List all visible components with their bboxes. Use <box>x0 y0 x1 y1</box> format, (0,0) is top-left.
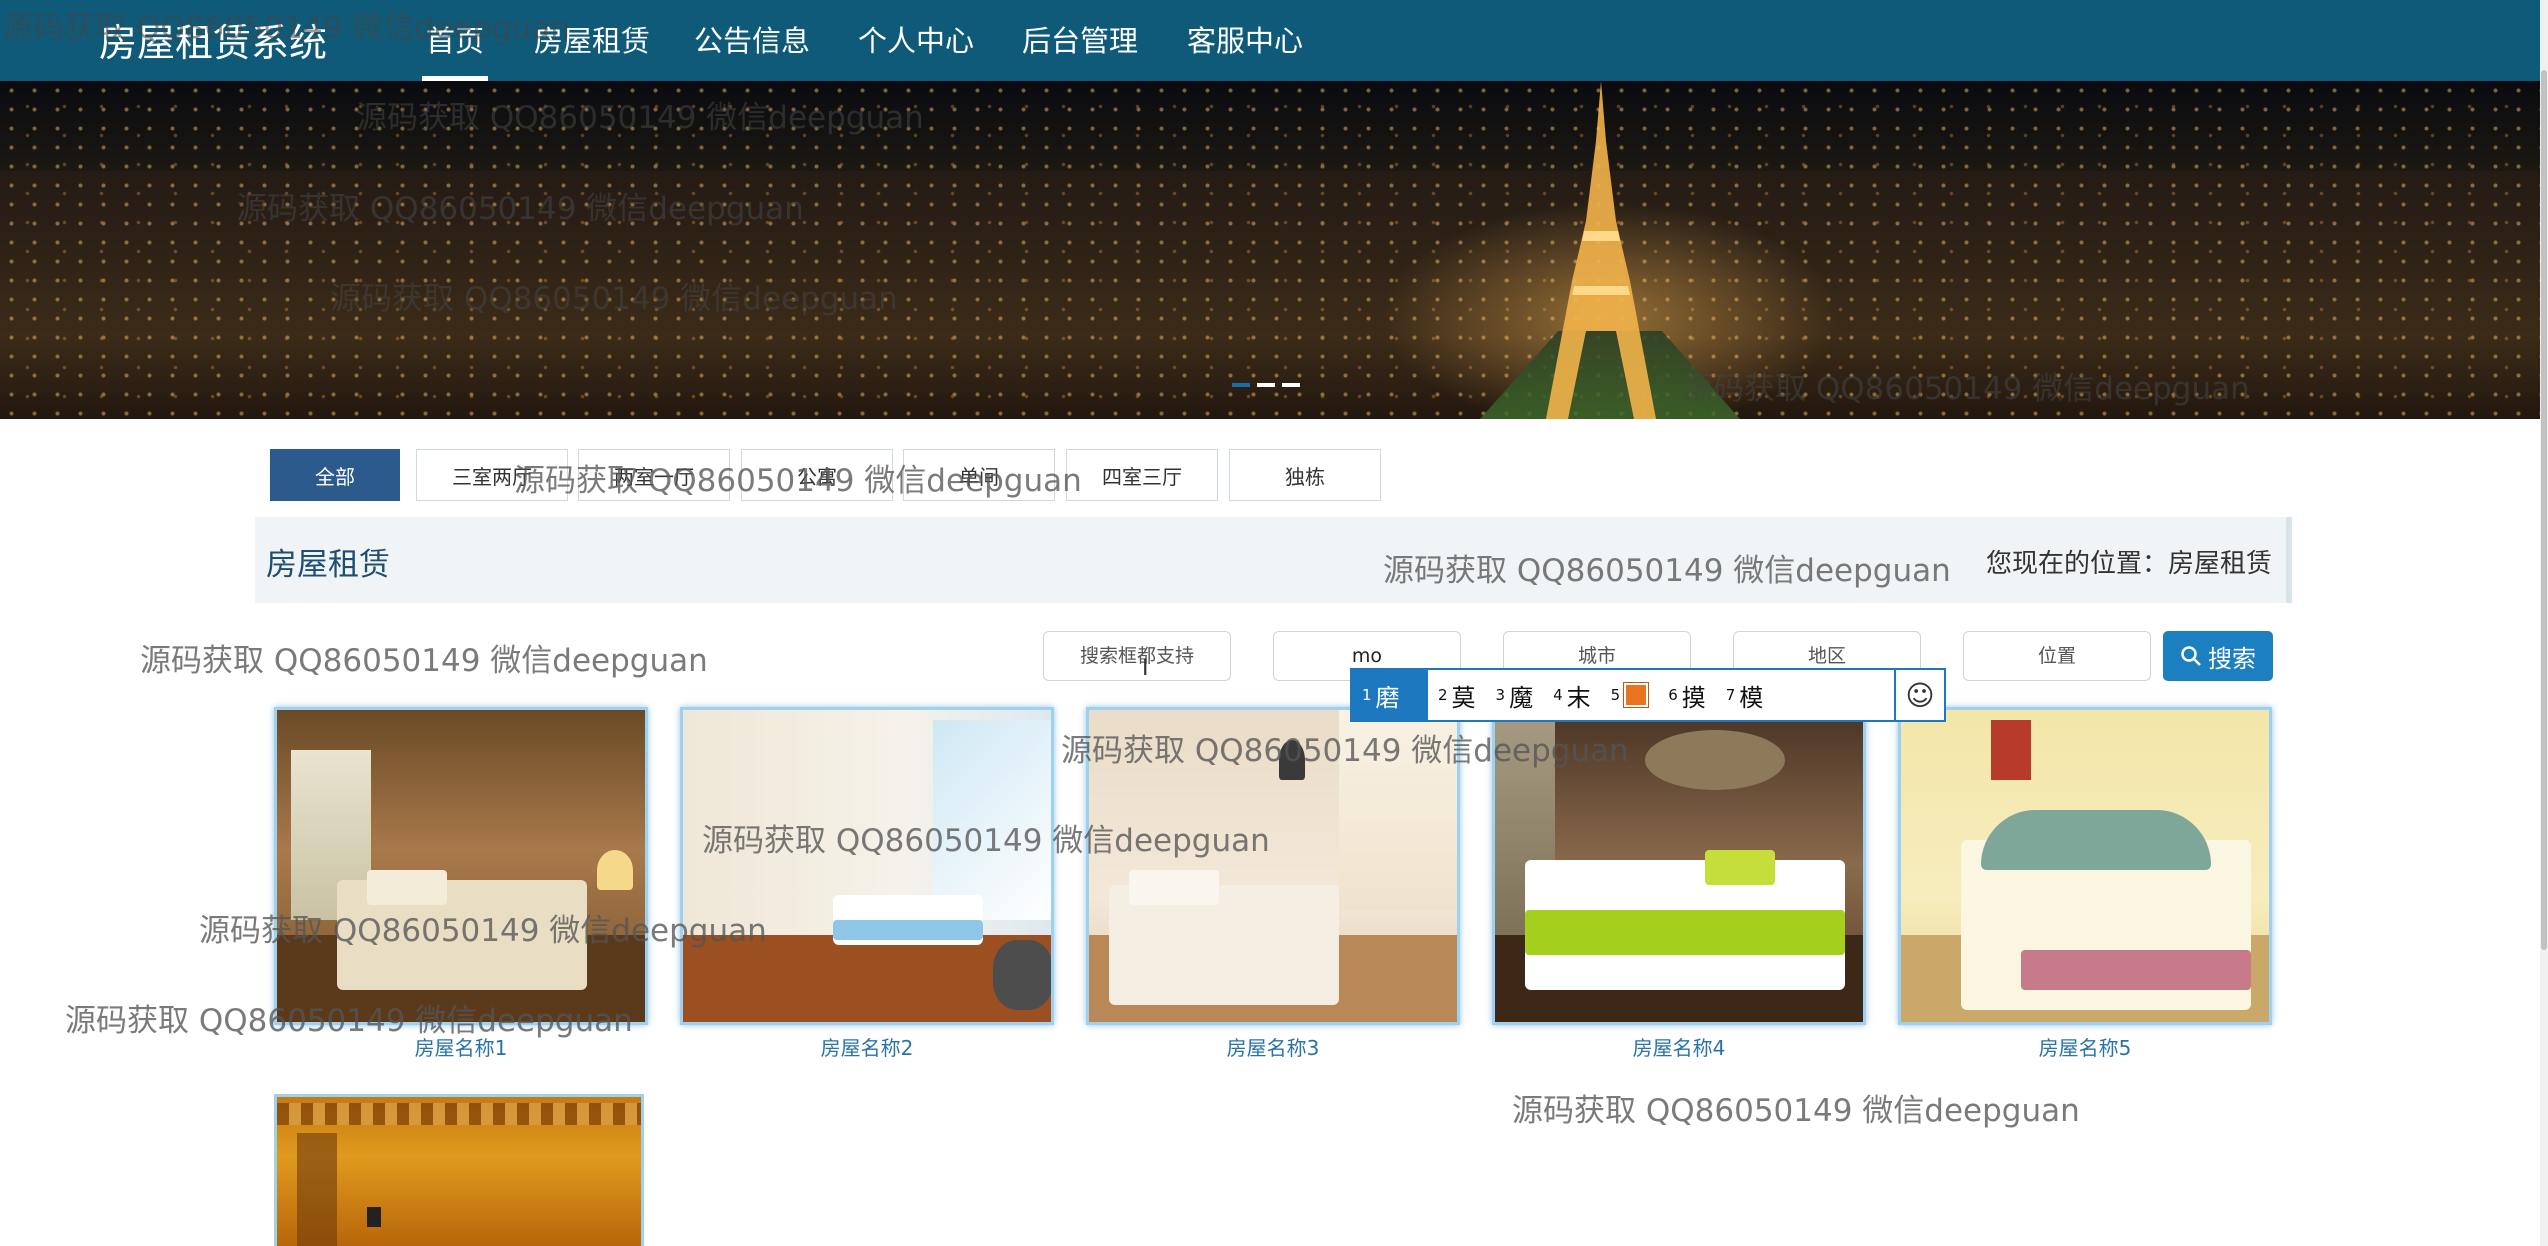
house-name-5[interactable]: 房屋名称5 <box>1898 1032 2272 1061</box>
ime-candidate-num: 2 <box>1438 686 1448 704</box>
smiley-icon[interactable]: ☺ <box>1894 670 1944 720</box>
nav-customer-service[interactable]: 客服中心 <box>1187 18 1303 60</box>
watermark-text: 源码获取 QQ86050149 微信deepguan <box>702 823 1270 859</box>
carousel-dot-2[interactable] <box>1257 383 1275 387</box>
house-image-1[interactable] <box>274 707 648 1025</box>
house-image-6[interactable] <box>274 1094 644 1246</box>
ime-candidate-char: 模 <box>1739 683 1764 712</box>
house-name-4[interactable]: 房屋名称4 <box>1492 1032 1866 1061</box>
breadcrumb-label: 您现在的位置： <box>1985 549 2168 579</box>
ime-candidate-bar: 1磨 2莫 3魔 4末 5 6摸 7模 ☺ <box>1350 668 1946 722</box>
watermark-text: 源码获取 QQ86050149 微信deepguan <box>2 10 570 46</box>
nav-personal-center[interactable]: 个人中心 <box>858 18 974 60</box>
emoji-image-icon <box>1623 682 1650 708</box>
ime-candidate-2[interactable]: 2莫 <box>1428 670 1486 720</box>
nav-admin[interactable]: 后台管理 <box>1022 18 1138 60</box>
search-location-input[interactable]: 位置 <box>1963 631 2151 681</box>
carousel-dot-1[interactable] <box>1232 383 1250 387</box>
page-scrollbar[interactable] <box>2540 0 2548 1246</box>
ime-candidate-num: 3 <box>1495 686 1506 704</box>
search-keyword-input[interactable]: 搜索框都支持 <box>1043 631 1231 681</box>
house-name-2[interactable]: 房屋名称2 <box>680 1032 1054 1061</box>
ime-candidate-num: 4 <box>1553 686 1563 704</box>
section-title: 房屋租赁 <box>266 547 390 583</box>
watermark-text: 源码获取 QQ86050149 微信deepguan <box>140 643 708 679</box>
category-four-room[interactable]: 四室三厅 <box>1066 449 1218 501</box>
ime-candidate-6[interactable]: 6摸 <box>1658 670 1716 720</box>
search-button[interactable]: 搜索 <box>2163 631 2273 681</box>
ime-candidate-4[interactable]: 4末 <box>1543 670 1601 720</box>
breadcrumb-current[interactable]: 房屋租赁 <box>2168 549 2272 579</box>
ime-candidate-3[interactable]: 3魔 <box>1486 670 1544 720</box>
ime-candidate-num: 5 <box>1610 686 1621 704</box>
search-button-label: 搜索 <box>2208 644 2256 673</box>
ime-candidate-char: 摸 <box>1681 683 1706 712</box>
ime-candidate-5[interactable]: 5 <box>1601 670 1659 720</box>
ime-candidate-char: 莫 <box>1451 683 1476 712</box>
ime-candidate-num: 6 <box>1668 686 1678 704</box>
eiffel-tower-image <box>1546 81 1656 419</box>
watermark-text: 源码获取 QQ86050149 微信deepguan <box>1383 553 1951 589</box>
ime-candidate-7[interactable]: 7模 <box>1716 670 1774 720</box>
watermark-text: 源码获取 QQ86050149 微信deepguan <box>1512 1093 2080 1129</box>
category-villa[interactable]: 独栋 <box>1229 449 1381 501</box>
ime-candidate-char: 魔 <box>1509 683 1534 712</box>
house-name-3[interactable]: 房屋名称3 <box>1086 1032 1460 1061</box>
house-image-5[interactable] <box>1898 707 2272 1025</box>
watermark-text: 源码获取 QQ86050149 微信deepguan <box>514 463 1082 499</box>
scrollbar-thumb[interactable] <box>2541 70 2547 950</box>
carousel-indicators <box>1232 383 1302 389</box>
text-cursor-icon: I <box>1142 656 1149 681</box>
ime-candidate-num: 1 <box>1362 686 1372 704</box>
ime-candidate-1[interactable]: 1磨 <box>1352 670 1428 720</box>
house-image-2[interactable] <box>680 707 1054 1025</box>
ime-candidate-num: 7 <box>1725 686 1736 704</box>
ime-candidate-char: 磨 <box>1375 683 1400 712</box>
page: 房屋租赁系统 首页 房屋租赁 公告信息 个人中心 后台管理 客服中心 全部 三室… <box>0 0 2548 1246</box>
watermark-text: 源码获取 QQ86050149 微信deepguan <box>65 1003 633 1039</box>
category-all[interactable]: 全部 <box>270 449 400 501</box>
section-header: 房屋租赁 您现在的位置：房屋租赁 <box>255 517 2292 603</box>
ime-candidate-char: 末 <box>1566 683 1591 712</box>
watermark-text: 源码获取 QQ86050149 微信deepguan <box>356 100 924 136</box>
watermark-text: 源码获取 QQ86050149 微信deepguan <box>236 191 804 227</box>
nav-announcements[interactable]: 公告信息 <box>694 18 810 60</box>
watermark-text: 源码获取 QQ86050149 微信deepguan <box>1682 371 2250 407</box>
watermark-text: 源码获取 QQ86050149 微信deepguan <box>1061 733 1629 769</box>
search-icon <box>2181 646 2201 666</box>
carousel-dot-3[interactable] <box>1282 383 1300 387</box>
watermark-text: 源码获取 QQ86050149 微信deepguan <box>199 913 767 949</box>
watermark-text: 源码获取 QQ86050149 微信deepguan <box>330 281 898 317</box>
breadcrumb: 您现在的位置：房屋租赁 <box>1986 543 2272 580</box>
